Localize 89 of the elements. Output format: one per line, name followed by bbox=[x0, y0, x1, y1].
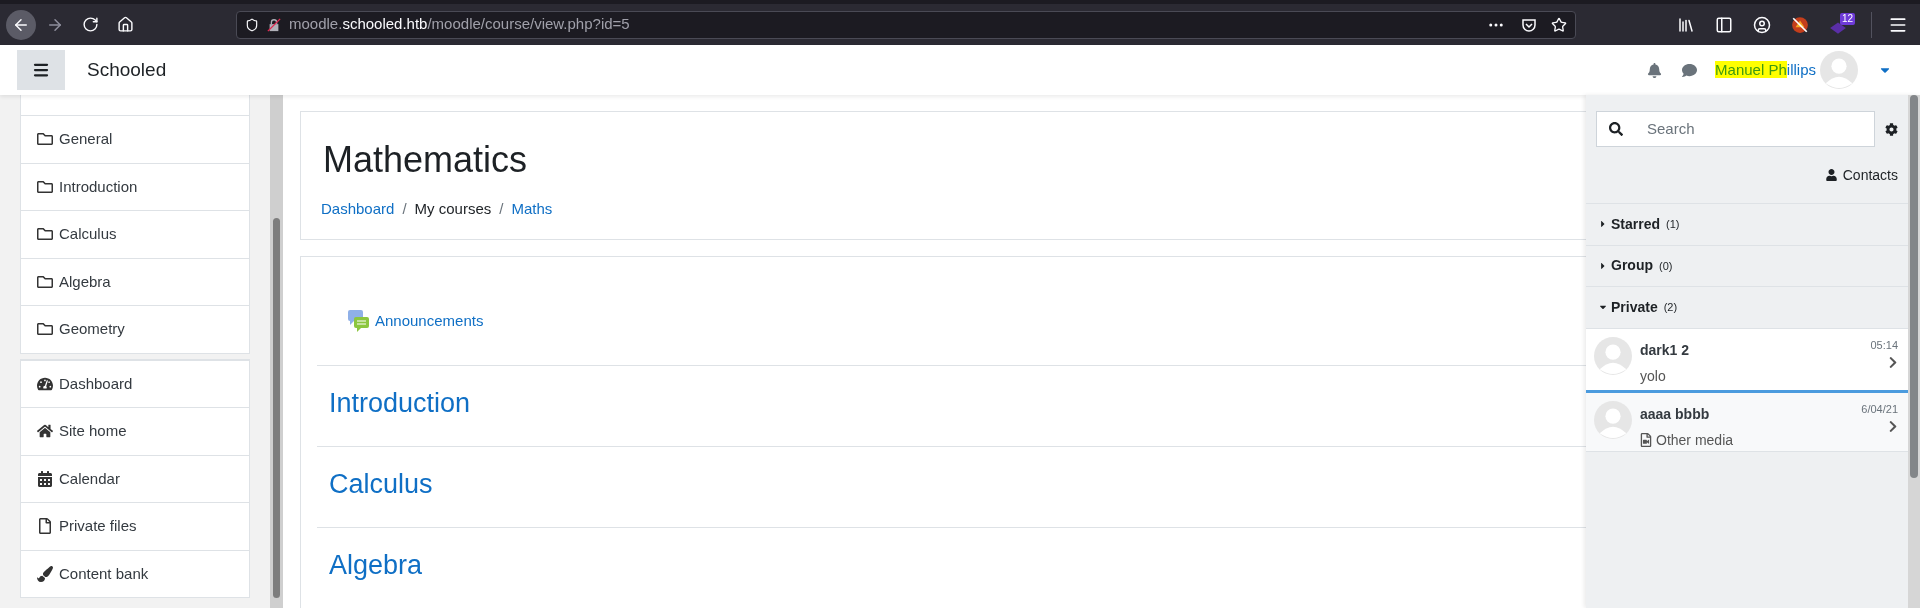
breadcrumb-separator: / bbox=[402, 199, 407, 219]
nav-item[interactable]: Calendar bbox=[21, 454, 249, 502]
nav-item[interactable]: Private files bbox=[21, 502, 249, 550]
nav-item[interactable]: Dashboard bbox=[21, 359, 249, 407]
video-file-icon bbox=[1640, 433, 1652, 447]
conversation-preview: yolo bbox=[1640, 366, 1666, 386]
calendar-icon bbox=[37, 470, 53, 487]
home-icon[interactable] bbox=[117, 16, 134, 33]
nav-item[interactable]: Geometry bbox=[21, 305, 249, 353]
address-bar[interactable]: moodle.schooled.htb/moodle/course/view.php?id=5 bbox=[236, 10, 1576, 39]
pocket-icon[interactable] bbox=[1521, 16, 1537, 33]
reload-icon[interactable] bbox=[82, 16, 99, 33]
conversation-item[interactable]: dark1 2 yolo 05:14 bbox=[1586, 327, 1908, 390]
notification-bell-icon[interactable] bbox=[1647, 62, 1663, 78]
library-icon[interactable] bbox=[1677, 15, 1695, 34]
nav-item-label: Private files bbox=[59, 516, 137, 536]
nav-item-label: Dashboard bbox=[59, 373, 133, 394]
insecure-lock-icon bbox=[267, 17, 281, 32]
nav-item[interactable]: Calculus bbox=[21, 210, 249, 258]
conversation-preview: Other media bbox=[1656, 430, 1734, 450]
nav-item[interactable]: General bbox=[21, 115, 249, 163]
folder-icon bbox=[37, 131, 53, 148]
group-count: (1) bbox=[1666, 217, 1680, 232]
section-title[interactable]: Calculus bbox=[329, 469, 433, 499]
nav-item-label: Site home bbox=[59, 421, 127, 441]
file-icon bbox=[37, 518, 53, 535]
group-label: Group bbox=[1611, 256, 1653, 276]
nav-item-label: Calculus bbox=[59, 224, 117, 244]
bookmark-star-icon[interactable] bbox=[1551, 16, 1567, 33]
folder-icon bbox=[37, 226, 53, 243]
scrollbar-thumb[interactable] bbox=[273, 218, 280, 598]
home-icon bbox=[37, 423, 53, 440]
contacts-link[interactable]: Contacts bbox=[1842, 164, 1898, 186]
search-field[interactable]: Search bbox=[1596, 111, 1875, 147]
nav-item-label: Calendar bbox=[59, 468, 120, 489]
breadcrumb-text: My courses bbox=[414, 199, 492, 219]
extension-icon[interactable] bbox=[1791, 15, 1809, 34]
folder-icon bbox=[37, 321, 53, 338]
avatar-icon bbox=[1594, 400, 1632, 439]
conversation-item[interactable]: aaaa bbbb Other media 6/04/21 bbox=[1586, 389, 1908, 452]
sidebar-icon[interactable] bbox=[1715, 15, 1733, 34]
conversation-name: aaaa bbbb bbox=[1640, 404, 1711, 424]
nav-item[interactable]: Site home bbox=[21, 407, 249, 455]
avatar-icon bbox=[1820, 51, 1858, 89]
section-title[interactable]: Algebra bbox=[329, 550, 423, 580]
forum-icon bbox=[347, 309, 371, 333]
shield-icon bbox=[245, 17, 259, 32]
nav-item-label: Content bank bbox=[59, 563, 149, 584]
messages-icon[interactable] bbox=[1682, 62, 1698, 78]
nav-item-label: Algebra bbox=[59, 271, 111, 292]
group-count: (0) bbox=[1659, 258, 1673, 274]
chevron-right-icon bbox=[1888, 420, 1898, 433]
breadcrumb-link[interactable]: Maths bbox=[511, 198, 553, 221]
site-name[interactable]: Schooled bbox=[87, 55, 167, 85]
breadcrumb-link[interactable]: Dashboard bbox=[321, 198, 395, 221]
folder-icon bbox=[37, 273, 53, 290]
chevron-right-icon bbox=[1888, 356, 1898, 369]
group-label: Starred bbox=[1611, 214, 1661, 234]
extension-badge: 12 bbox=[1839, 12, 1855, 25]
group-count: (2) bbox=[1663, 300, 1678, 315]
contacts-icon bbox=[1825, 169, 1837, 181]
nav-item-label: Geometry bbox=[59, 319, 125, 339]
url-text: moodle.schooled.htb/moodle/course/view.php?id=5 bbox=[289, 14, 630, 35]
conversation-time: 05:14 bbox=[1870, 337, 1898, 353]
dashboard-icon bbox=[37, 375, 53, 392]
conversation-name: dark1 2 bbox=[1640, 340, 1691, 360]
nav-item[interactable]: Introduction bbox=[21, 162, 249, 210]
conversation-time: 6/04/21 bbox=[1861, 401, 1898, 417]
back-button[interactable] bbox=[6, 9, 36, 40]
drawer-scrollbar-thumb[interactable] bbox=[1910, 95, 1918, 478]
nav-item-label: Introduction bbox=[59, 176, 138, 197]
menu-button[interactable] bbox=[17, 50, 65, 90]
account-icon[interactable] bbox=[1753, 15, 1771, 34]
avatar-icon bbox=[1594, 336, 1632, 375]
settings-icon[interactable] bbox=[1885, 122, 1898, 136]
search-icon bbox=[1609, 122, 1623, 136]
extension-button[interactable]: 12 bbox=[1829, 12, 1855, 37]
menu-icon bbox=[32, 61, 50, 79]
folder-icon bbox=[37, 178, 53, 195]
brush-icon bbox=[37, 565, 53, 582]
group-label: Private bbox=[1611, 297, 1658, 317]
nav-item[interactable]: Content bank bbox=[21, 549, 249, 597]
nav-item-label: General bbox=[59, 129, 113, 149]
activity-link[interactable]: Announcements bbox=[375, 309, 484, 333]
nav-item[interactable]: Algebra bbox=[21, 257, 249, 305]
breadcrumb-separator: / bbox=[499, 199, 504, 219]
section-title[interactable]: Introduction bbox=[329, 388, 471, 418]
course-title: Mathematics bbox=[323, 138, 529, 182]
search-input[interactable]: Search bbox=[1647, 117, 1862, 141]
